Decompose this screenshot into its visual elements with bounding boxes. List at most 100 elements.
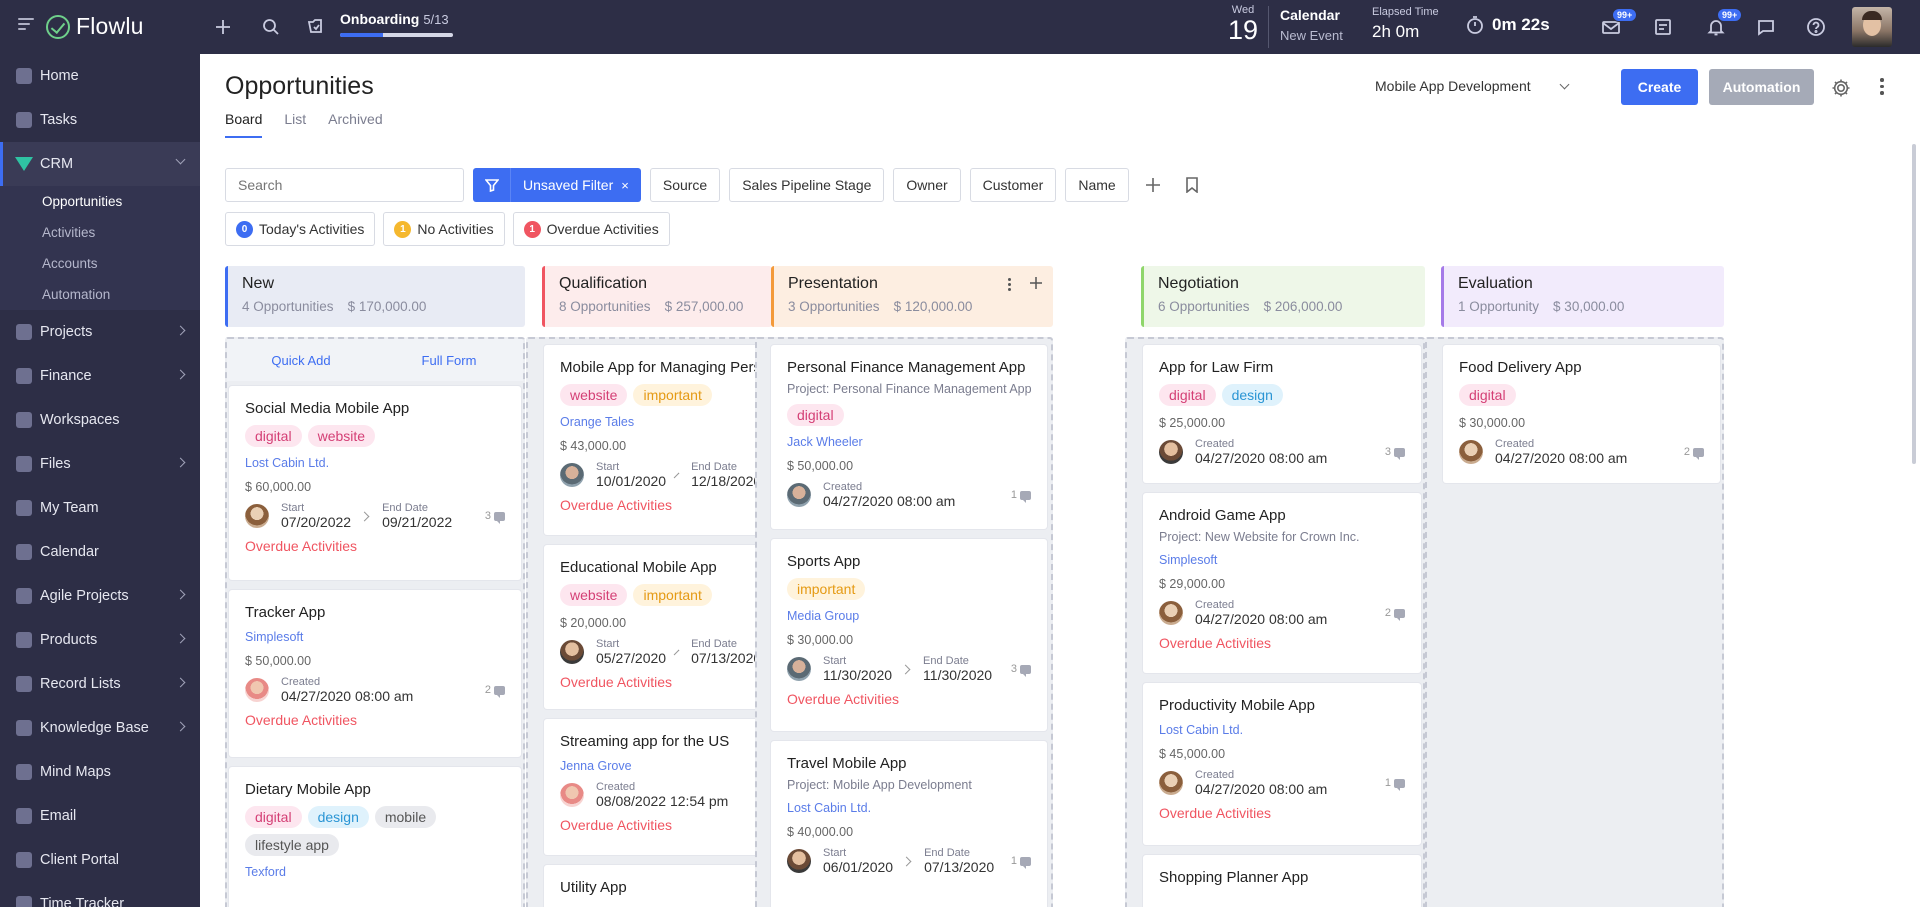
sidebar-item-knowledge-base[interactable]: Knowledge Base [0, 706, 200, 750]
opportunity-card[interactable]: Personal Finance Management App Project:… [771, 345, 1047, 529]
menu-icon[interactable] [18, 18, 34, 30]
overdue-activities[interactable]: Overdue Activities [1159, 635, 1405, 651]
opportunity-card[interactable]: Mobile App for Managing Personal Finance… [544, 345, 772, 535]
scrollbar[interactable] [1912, 144, 1916, 464]
overdue-activities[interactable]: Overdue Activities [245, 712, 505, 728]
opportunity-card[interactable]: App for Law Firm digital design $ 25,000.… [1143, 345, 1421, 483]
calendar-widget[interactable]: Calendar New Event [1280, 7, 1343, 43]
opportunity-card[interactable]: Shopping Planner App [1143, 855, 1421, 907]
sidebar-item-tasks[interactable]: Tasks [0, 98, 200, 142]
sidebar-item-agile-projects[interactable]: Agile Projects [0, 574, 200, 618]
help-icon[interactable] [1803, 14, 1829, 40]
opportunity-card[interactable]: Travel Mobile App Project: Mobile App De… [771, 741, 1047, 907]
sidebar-item-calendar[interactable]: Calendar [0, 530, 200, 574]
customer-link[interactable]: Simplesoft [1159, 553, 1405, 567]
column-header-presentation[interactable]: Presentation 3 Opportunities $ 120,000.00 [771, 266, 1053, 327]
column-header-new[interactable]: New 4 Opportunities $ 170,000.00 [225, 266, 525, 327]
logo[interactable]: Flowlu [46, 13, 144, 40]
sidebar-item-finance[interactable]: Finance [0, 354, 200, 398]
column-more-icon[interactable] [1008, 278, 1012, 291]
sidebar-item-workspaces[interactable]: Workspaces [0, 398, 200, 442]
overdue-activities-button[interactable]: 1 Overdue Activities [512, 212, 670, 246]
mail-icon[interactable]: 99+ [1598, 8, 1638, 40]
sidebar-item-mind-maps[interactable]: Mind Maps [0, 750, 200, 794]
customer-link[interactable]: Lost Cabin Ltd. [245, 456, 505, 470]
unsaved-filter[interactable]: Unsaved Filter × [473, 168, 641, 202]
opportunity-card[interactable]: Social Media Mobile App digital website L… [229, 386, 521, 580]
tab-board[interactable]: Board [225, 111, 263, 138]
overdue-activities[interactable]: Overdue Activities [1159, 805, 1405, 821]
add-icon[interactable] [210, 14, 236, 40]
column-header-qualification[interactable]: Qualification 8 Opportunities $ 257,000.0… [542, 266, 772, 327]
filter-source[interactable]: Source [649, 168, 721, 202]
new-event-link[interactable]: New Event [1280, 28, 1343, 43]
customer-link[interactable]: Texford [245, 865, 505, 879]
column-header-negotiation[interactable]: Negotiation 6 Opportunities $ 206,000.00 [1141, 266, 1425, 327]
filter-owner[interactable]: Owner [893, 168, 961, 202]
overdue-activities[interactable]: Overdue Activities [787, 691, 1031, 707]
close-icon[interactable]: × [621, 178, 641, 193]
search-icon[interactable] [258, 14, 284, 40]
opportunity-card[interactable]: Educational Mobile App website important … [544, 545, 772, 709]
opportunity-card[interactable]: Android Game App Project: New Website fo… [1143, 493, 1421, 673]
customer-link[interactable]: Simplesoft [245, 630, 505, 644]
more-options-icon[interactable] [1880, 78, 1884, 98]
add-filter-icon[interactable] [1138, 168, 1168, 202]
create-button[interactable]: Create [1621, 69, 1698, 105]
overdue-activities[interactable]: Overdue Activities [560, 817, 756, 833]
filter-customer[interactable]: Customer [969, 168, 1057, 202]
bookmark-icon[interactable] [1177, 168, 1207, 202]
customer-link[interactable]: Media Group [787, 609, 1031, 623]
date-block[interactable]: Wed 19 [1226, 4, 1260, 44]
opportunity-card[interactable]: Sports App important Media Group $ 30,00… [771, 539, 1047, 731]
sidebar-subitem-opportunities[interactable]: Opportunities [0, 186, 200, 217]
sidebar-item-my-team[interactable]: My Team [0, 486, 200, 530]
tab-list[interactable]: List [284, 111, 306, 138]
full-form-button[interactable]: Full Form [375, 339, 523, 381]
no-activities-button[interactable]: 1 No Activities [383, 212, 505, 246]
customer-link[interactable]: Lost Cabin Ltd. [787, 801, 1031, 815]
onboarding-progress[interactable]: Onboarding 5/13 [340, 11, 453, 37]
filter-sales-pipeline-stage[interactable]: Sales Pipeline Stage [729, 168, 885, 202]
sidebar-item-files[interactable]: Files [0, 442, 200, 486]
opportunity-card[interactable]: Dietary Mobile App digital design mobile li… [229, 767, 521, 907]
todays-activities-button[interactable]: 0 Today's Activities [225, 212, 376, 246]
customer-link[interactable]: Jenna Grove [560, 759, 756, 773]
sidebar-item-home[interactable]: Home [0, 54, 200, 98]
sidebar-subitem-activities[interactable]: Activities [0, 217, 200, 248]
opportunity-card[interactable]: Productivity Mobile App Lost Cabin Ltd. … [1143, 683, 1421, 845]
sidebar-subitem-automation[interactable]: Automation [0, 279, 200, 310]
sidebar-subitem-accounts[interactable]: Accounts [0, 248, 200, 279]
tab-archived[interactable]: Archived [328, 111, 382, 138]
opportunity-card[interactable]: Streaming app for the US Jenna Grove Cre… [544, 719, 772, 855]
overdue-activities[interactable]: Overdue Activities [245, 538, 505, 554]
sidebar-item-crm[interactable]: CRM [0, 142, 200, 186]
quick-add-button[interactable]: Quick Add [227, 339, 375, 381]
opportunity-card[interactable]: Food Delivery App digital $ 30,000.00 Cr… [1443, 345, 1720, 483]
sidebar-item-projects[interactable]: Projects [0, 310, 200, 354]
filter-name[interactable]: Name [1065, 168, 1129, 202]
onboarding-icon[interactable] [303, 14, 329, 40]
sidebar-item-client-portal[interactable]: Client Portal [0, 838, 200, 882]
sidebar-item-time-tracker[interactable]: Time Tracker [0, 882, 200, 907]
gear-icon[interactable] [1830, 77, 1852, 102]
sidebar-item-products[interactable]: Products [0, 618, 200, 662]
overdue-activities[interactable]: Overdue Activities [560, 497, 756, 513]
customer-link[interactable]: Jack Wheeler [787, 435, 1031, 449]
notes-icon[interactable] [1650, 14, 1676, 40]
sidebar-item-email[interactable]: Email [0, 794, 200, 838]
pipeline-select[interactable]: Mobile App Development [1375, 78, 1570, 94]
search-input[interactable] [225, 168, 464, 202]
automation-button[interactable]: Automation [1709, 69, 1814, 105]
column-header-evaluation[interactable]: Evaluation 1 Opportunity $ 30,000.00 [1441, 266, 1724, 327]
opportunity-card[interactable]: Utility App [544, 865, 772, 907]
sidebar-item-record-lists[interactable]: Record Lists [0, 662, 200, 706]
customer-link[interactable]: Orange Tales [560, 415, 756, 429]
chat-icon[interactable] [1753, 14, 1779, 40]
user-avatar[interactable] [1852, 7, 1892, 47]
timer[interactable]: 0m 22s [1466, 15, 1550, 35]
opportunity-card[interactable]: Tracker App Simplesoft $ 50,000.00 Creat… [229, 590, 521, 757]
customer-link[interactable]: Lost Cabin Ltd. [1159, 723, 1405, 737]
column-add-icon[interactable] [1030, 276, 1042, 292]
overdue-activities[interactable]: Overdue Activities [560, 674, 756, 690]
